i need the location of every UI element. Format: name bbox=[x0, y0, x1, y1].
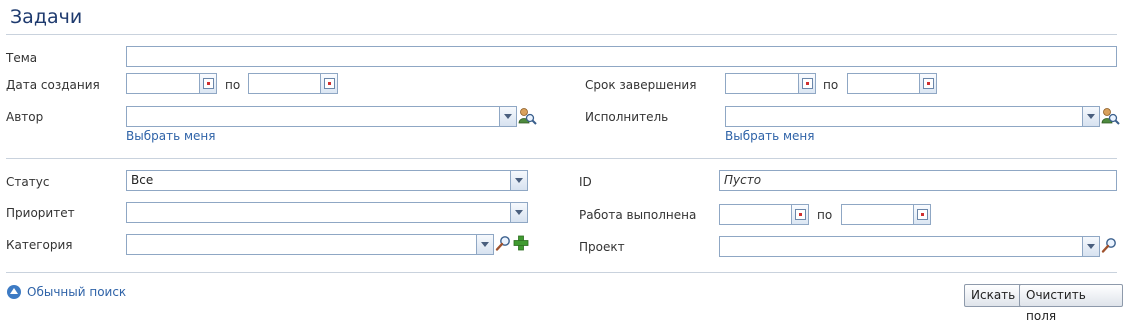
chevron-down-icon[interactable] bbox=[510, 171, 527, 190]
collapse-up-icon bbox=[7, 285, 21, 299]
due-date-label: Срок завершения bbox=[585, 78, 697, 92]
chevron-down-icon[interactable] bbox=[499, 107, 516, 126]
id-label: ID bbox=[579, 175, 592, 189]
id-placeholder: Пусто bbox=[724, 173, 762, 187]
author-select-me-link[interactable]: Выбрать меня bbox=[126, 129, 215, 143]
calendar-icon[interactable] bbox=[320, 74, 337, 93]
simple-search-toggle[interactable]: Обычный поиск bbox=[7, 285, 126, 299]
search-button[interactable]: Искать bbox=[964, 284, 1023, 307]
topic-value bbox=[127, 47, 1116, 51]
project-value bbox=[720, 237, 1099, 241]
chevron-down-icon[interactable] bbox=[476, 235, 493, 254]
status-select[interactable]: Все bbox=[126, 170, 528, 191]
author-label: Автор bbox=[6, 110, 44, 124]
chevron-down-icon[interactable] bbox=[1082, 107, 1099, 126]
work-done-label: Работа выполнена bbox=[579, 208, 697, 222]
category-value bbox=[127, 235, 493, 239]
project-select[interactable] bbox=[719, 236, 1100, 257]
project-label: Проект bbox=[579, 240, 625, 254]
chevron-down-icon[interactable] bbox=[510, 203, 527, 222]
clear-fields-button[interactable]: Очистить поля bbox=[1019, 284, 1123, 323]
magnifier-icon[interactable] bbox=[495, 235, 512, 252]
assignee-select-me-link[interactable]: Выбрать меня bbox=[725, 129, 814, 143]
user-search-icon[interactable] bbox=[518, 107, 537, 125]
category-label: Категория bbox=[6, 238, 73, 252]
category-select[interactable] bbox=[126, 234, 494, 255]
calendar-icon[interactable] bbox=[798, 74, 815, 93]
created-date-to-input[interactable] bbox=[248, 73, 338, 94]
page-title: Задачи bbox=[10, 6, 83, 28]
topic-input[interactable] bbox=[126, 46, 1117, 67]
author-value bbox=[127, 107, 516, 111]
calendar-icon[interactable] bbox=[919, 74, 936, 93]
assignee-label: Исполнитель bbox=[585, 110, 669, 124]
priority-value bbox=[127, 203, 527, 207]
section-divider bbox=[6, 158, 1117, 159]
work-done-to-label: по bbox=[817, 208, 833, 222]
calendar-icon[interactable] bbox=[199, 74, 216, 93]
priority-select[interactable] bbox=[126, 202, 528, 223]
id-input[interactable]: Пусто bbox=[719, 170, 1117, 191]
created-date-from-input[interactable] bbox=[126, 73, 217, 94]
plus-icon[interactable] bbox=[513, 235, 529, 251]
title-divider bbox=[6, 34, 1117, 35]
assignee-value bbox=[726, 107, 1099, 111]
footer-divider bbox=[6, 272, 1117, 273]
status-label: Статус bbox=[6, 175, 50, 189]
priority-label: Приоритет bbox=[6, 206, 75, 220]
calendar-icon[interactable] bbox=[913, 205, 930, 224]
created-date-label: Дата создания bbox=[6, 78, 100, 92]
chevron-down-icon[interactable] bbox=[1082, 237, 1099, 256]
magnifier-icon[interactable] bbox=[1101, 237, 1118, 254]
work-done-from-input[interactable] bbox=[719, 204, 809, 225]
user-search-icon[interactable] bbox=[1101, 107, 1120, 125]
topic-label: Тема bbox=[6, 51, 38, 65]
created-date-to-label: по bbox=[225, 78, 241, 92]
author-select[interactable] bbox=[126, 106, 517, 127]
assignee-select[interactable] bbox=[725, 106, 1100, 127]
simple-search-link[interactable]: Обычный поиск bbox=[27, 285, 126, 299]
status-value: Все bbox=[131, 173, 154, 187]
due-date-to-label: по bbox=[823, 78, 839, 92]
due-date-to-input[interactable] bbox=[847, 73, 937, 94]
due-date-from-input[interactable] bbox=[725, 73, 816, 94]
work-done-to-input[interactable] bbox=[841, 204, 931, 225]
calendar-icon[interactable] bbox=[791, 205, 808, 224]
